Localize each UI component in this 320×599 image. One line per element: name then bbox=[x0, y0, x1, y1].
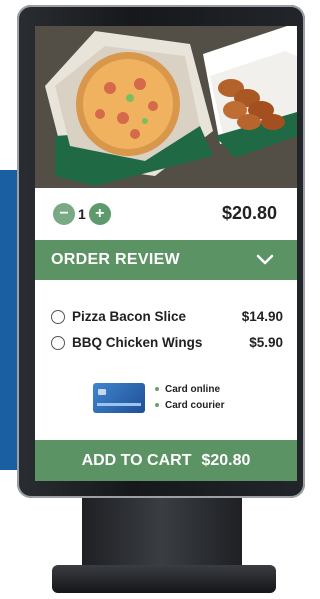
item-name: Pizza Bacon Slice bbox=[72, 309, 187, 324]
payment-options: Card online Card courier bbox=[93, 381, 273, 417]
quantity-value: 1 bbox=[78, 206, 86, 222]
payment-option-card-courier[interactable]: Card courier bbox=[155, 400, 224, 411]
payment-option-card-online[interactable]: Card online bbox=[155, 384, 220, 395]
credit-card-icon bbox=[93, 383, 145, 413]
radio-button-icon[interactable] bbox=[51, 310, 65, 324]
order-item-wings[interactable]: BBQ Chicken Wings $5.90 bbox=[35, 334, 297, 358]
order-item-list: Pizza Bacon Slice $14.90 BBQ Chicken Win… bbox=[35, 308, 297, 360]
cart-total: $20.80 bbox=[201, 451, 251, 469]
item-name: BBQ Chicken Wings bbox=[72, 335, 203, 350]
item-total-price: $20.80 bbox=[221, 203, 277, 223]
add-to-cart-label: ADD TO CART bbox=[81, 451, 192, 469]
order-review-title: ORDER REVIEW bbox=[51, 251, 180, 268]
increase-quantity-button[interactable]: + bbox=[88, 203, 111, 225]
bullet-icon bbox=[155, 403, 159, 408]
food-photo bbox=[35, 26, 297, 188]
radio-button-icon[interactable] bbox=[51, 336, 65, 350]
item-price: $14.90 bbox=[241, 309, 283, 324]
item-price: $5.90 bbox=[249, 335, 283, 350]
order-review-header[interactable]: ORDER REVIEW bbox=[35, 240, 297, 280]
decrease-quantity-button[interactable]: − bbox=[53, 203, 75, 225]
quantity-row: − 1 + $20.80 bbox=[35, 188, 297, 240]
kiosk-screen: − 1 + $20.80 ORDER REVIEW Pizza Bacon Sl… bbox=[35, 26, 297, 481]
bullet-icon bbox=[155, 387, 159, 392]
add-to-cart-button[interactable]: ADD TO CART $20.80 bbox=[35, 440, 297, 481]
order-item-pizza[interactable]: Pizza Bacon Slice $14.90 bbox=[35, 308, 297, 332]
kiosk-stand-base bbox=[52, 565, 276, 593]
kiosk-stand-neck bbox=[82, 498, 242, 570]
chevron-down-icon[interactable] bbox=[255, 250, 275, 270]
